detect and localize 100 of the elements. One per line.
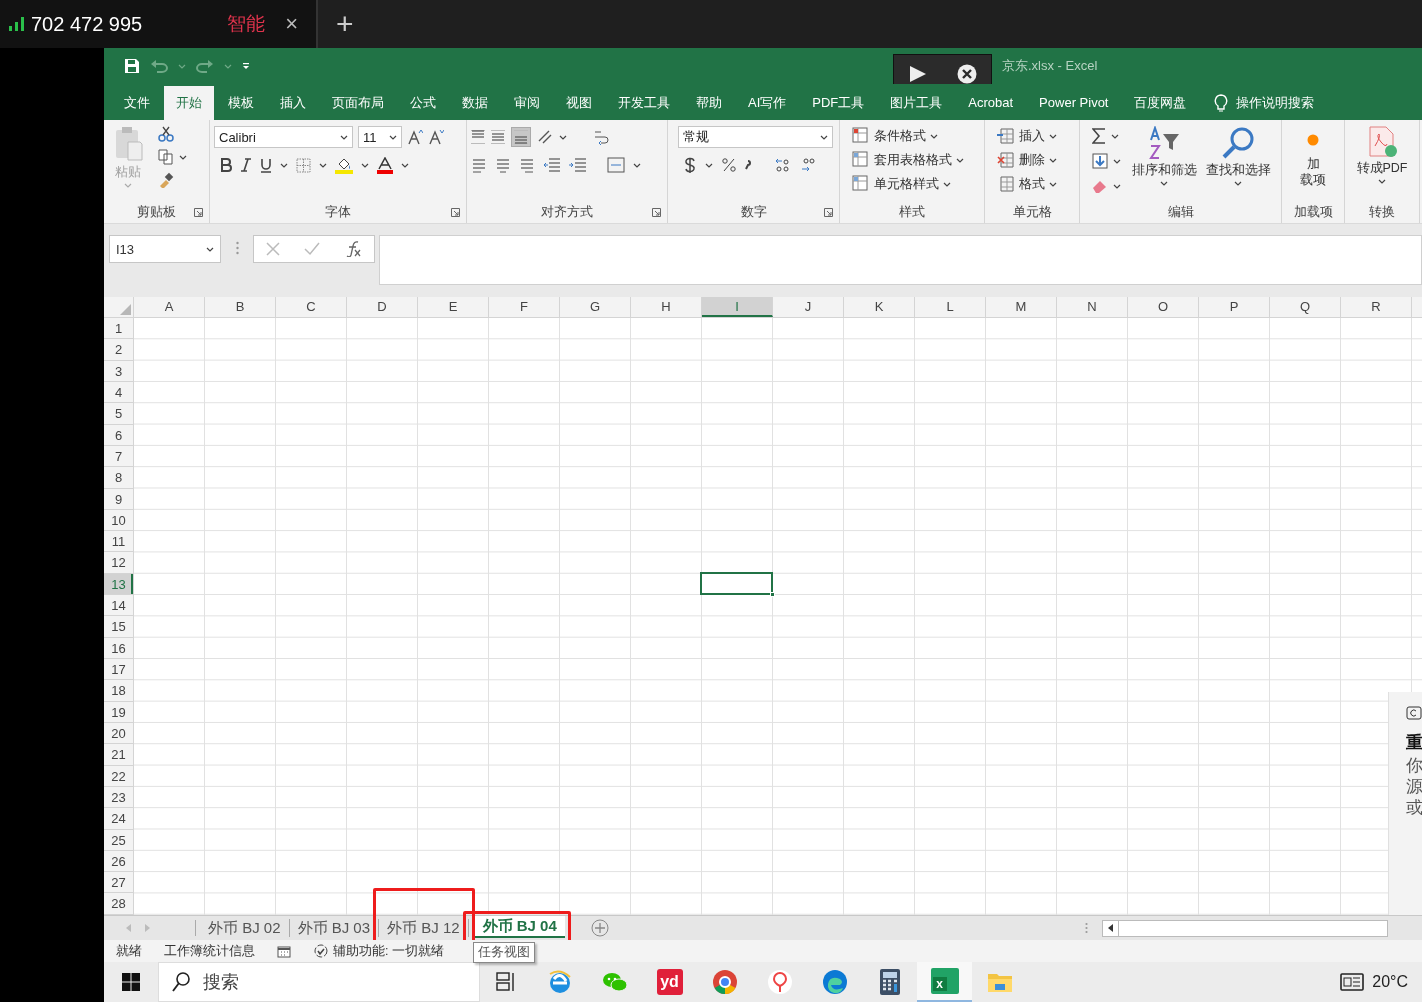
caret-icon[interactable] (1049, 157, 1057, 163)
row-header[interactable]: 24 (104, 808, 133, 830)
accessibility-status[interactable]: 辅助功能: 一切就绪 (333, 942, 444, 960)
decrease-decimal-icon[interactable] (800, 157, 816, 173)
ribbon-tab[interactable]: Acrobat (956, 86, 1026, 120)
ribbon-tab[interactable]: 图片工具 (878, 86, 955, 120)
close-button[interactable]: × (285, 11, 298, 37)
caret-icon[interactable] (943, 181, 951, 187)
caret-icon[interactable] (820, 134, 828, 140)
folder-icon[interactable] (986, 971, 1013, 993)
horizontal-scrollbar[interactable] (1102, 919, 1388, 937)
caret-icon[interactable] (705, 162, 713, 168)
row-header[interactable]: 6 (104, 424, 133, 446)
increase-indent-icon[interactable] (569, 157, 587, 173)
ribbon-command[interactable]: 套用表格格式 (874, 151, 952, 169)
column-header[interactable]: L (915, 297, 986, 317)
row-header[interactable]: 22 (104, 765, 133, 787)
row-header[interactable]: 2 (104, 339, 133, 361)
column-header[interactable]: A (134, 297, 205, 317)
dialog-launcher-icon[interactable] (652, 208, 661, 217)
row-header[interactable]: 12 (104, 552, 133, 574)
ribbon-tab[interactable]: 模板 (216, 86, 266, 120)
column-header[interactable]: J (773, 297, 844, 317)
row-header[interactable]: 27 (104, 872, 133, 894)
search-icon[interactable] (1221, 126, 1255, 160)
dialog-launcher-icon[interactable] (194, 208, 203, 217)
sheet-tab[interactable]: 外币 BJ 02 (200, 919, 290, 937)
calculator-icon[interactable] (878, 968, 901, 996)
ribbon-tab[interactable]: AI写作 (736, 86, 799, 120)
row-header[interactable]: 16 (104, 637, 133, 659)
grow-font-icon[interactable] (407, 129, 423, 145)
save-icon[interactable] (124, 58, 140, 74)
ribbon-tab[interactable]: PDF工具 (800, 86, 877, 120)
sheet-tab[interactable]: 外币 BJ 12 (379, 919, 469, 937)
name-box[interactable]: I13 (109, 235, 221, 263)
column-header[interactable]: P (1199, 297, 1270, 317)
fill-color-icon[interactable] (335, 156, 353, 174)
column-header[interactable]: O (1128, 297, 1199, 317)
font-name-field[interactable]: Calibri (214, 126, 353, 148)
copy-icon[interactable] (158, 149, 174, 165)
ribbon-tab[interactable]: 数据 (450, 86, 500, 120)
dictionary-app-icon[interactable]: yd (656, 969, 683, 995)
caret-icon[interactable] (361, 162, 369, 168)
active-cell[interactable] (700, 571, 773, 596)
row-header[interactable]: 10 (104, 509, 133, 532)
news-icon[interactable] (1340, 973, 1365, 991)
caret-icon[interactable] (340, 134, 348, 140)
caret-icon[interactable] (956, 157, 964, 163)
currency-icon[interactable] (684, 157, 696, 173)
caret-icon[interactable] (1378, 179, 1386, 184)
caret-icon[interactable] (1111, 133, 1119, 139)
borders-icon[interactable] (296, 157, 311, 173)
ribbon-tab[interactable]: 文件 (112, 86, 162, 120)
row-header[interactable]: 13 (104, 573, 133, 596)
row-header[interactable]: 1 (104, 318, 133, 340)
column-header[interactable]: B (205, 297, 276, 317)
tell-me-search[interactable]: 操作说明搜索 (1236, 94, 1315, 112)
row-header[interactable]: 28 (104, 893, 133, 915)
temperature[interactable]: 20°C (1372, 973, 1408, 991)
row-header[interactable]: 15 (104, 616, 133, 638)
scissors-icon[interactable] (158, 126, 174, 142)
align-left-icon[interactable] (471, 157, 487, 173)
fill-down-icon[interactable] (1092, 153, 1108, 169)
top-align-icon[interactable] (471, 130, 485, 144)
ribbon-tab[interactable]: 审阅 (502, 86, 552, 120)
ribbon-command[interactable]: 删除 (1019, 151, 1045, 169)
convert-pdf-button[interactable]: 转成PDF (1356, 160, 1408, 177)
formula-input[interactable] (379, 235, 1422, 285)
column-header[interactable]: D (347, 297, 418, 317)
dialog-launcher-icon[interactable] (451, 208, 460, 217)
task-view-icon[interactable] (496, 972, 516, 992)
windows-icon[interactable] (122, 973, 140, 991)
search-field[interactable]: 搜索 (158, 962, 480, 1002)
row-header[interactable]: 4 (104, 381, 133, 404)
pin-icon[interactable] (766, 969, 793, 995)
column-header[interactable]: R (1341, 297, 1412, 317)
delete-cells-icon[interactable] (997, 151, 1015, 169)
caret-icon[interactable] (179, 154, 187, 160)
caret-icon[interactable] (1234, 181, 1242, 186)
calendar-icon[interactable] (277, 944, 291, 958)
caret-icon[interactable] (319, 162, 327, 168)
cell-styles-icon[interactable] (852, 175, 870, 193)
insert-cells-icon[interactable] (997, 127, 1015, 145)
ribbon-tab[interactable]: 百度网盘 (1122, 86, 1199, 120)
ribbon-tab[interactable]: Power Pivot (1027, 86, 1121, 120)
sort-filter-button[interactable]: 排序和筛选 (1131, 162, 1197, 179)
column-header[interactable]: K (844, 297, 915, 317)
italic-icon[interactable] (240, 158, 252, 172)
column-header[interactable]: F (489, 297, 560, 317)
ribbon-tab[interactable]: 开发工具 (606, 86, 682, 120)
ribbon-tab[interactable]: 页面布局 (320, 86, 396, 120)
wrap-text-icon[interactable] (593, 129, 609, 145)
row-header[interactable]: 23 (104, 786, 133, 809)
caret-icon[interactable] (559, 134, 567, 140)
ribbon-command[interactable]: 单元格样式 (874, 175, 939, 193)
ribbon-command[interactable]: 插入 (1019, 127, 1045, 145)
bold-icon[interactable] (220, 158, 232, 172)
browser-icon[interactable] (711, 969, 738, 995)
caret-icon[interactable] (1049, 133, 1057, 139)
ribbon-command[interactable]: 条件格式 (874, 127, 926, 145)
